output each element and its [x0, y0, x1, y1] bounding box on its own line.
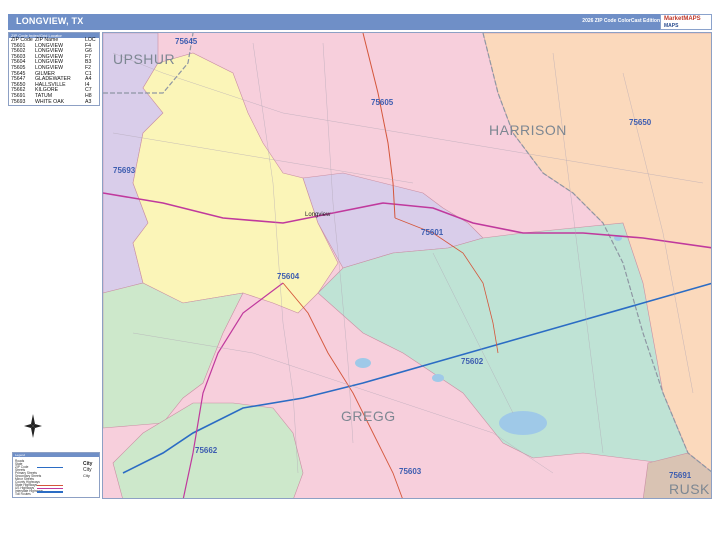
legend-swatch-interstate: [37, 491, 63, 493]
county-label-harrison: HARRISON: [489, 122, 567, 138]
legend-city-sample: City: [83, 473, 90, 478]
title-bar: LONGVIEW, TX 2026 ZIP Code ColorCast Edi…: [8, 14, 712, 30]
grid-loc: A3: [85, 98, 92, 105]
zip-label-75650: 75650: [629, 118, 652, 127]
zip-label-75691: 75691: [669, 471, 692, 480]
zip-label-75662: 75662: [195, 446, 218, 455]
pond: [355, 358, 371, 368]
table-row: 75693 WHITE OAK A3: [9, 98, 99, 106]
county-label-upshur: UPSHUR: [113, 51, 175, 67]
zip-label-75605: 75605: [371, 98, 394, 107]
edition-label: 2026 ZIP Code ColorCast Edition: [582, 18, 660, 24]
zip-label-75693: 75693: [113, 166, 136, 175]
legend-heading: Legend: [13, 453, 99, 457]
legend-swatch-zip: [37, 467, 63, 468]
legend-swatch-state-hwy: [37, 485, 63, 486]
zip-name: WHITE OAK: [35, 98, 65, 105]
map-title: LONGVIEW, TX: [16, 16, 84, 26]
zip-label-75603: 75603: [399, 467, 422, 476]
map-panel[interactable]: 75645 75605 75650 75693 75601 75604 7560…: [102, 32, 712, 499]
zip-code-map[interactable]: 75645 75605 75650 75693 75601 75604 7560…: [103, 33, 712, 499]
legend-row: Toll Routes: [15, 492, 31, 496]
logo-line-1: MarketMAPS: [664, 16, 701, 22]
publisher-logo: MarketMAPS MAPS: [660, 14, 712, 30]
compass-rose-icon: [24, 414, 42, 438]
legend-swatch-us-hwy: [37, 488, 63, 489]
map-legend: Legend Roads State ZIP Code Streets Prim…: [12, 452, 100, 498]
zip-label-75604: 75604: [277, 272, 300, 281]
county-label-gregg: GREGG: [341, 408, 396, 424]
zip-index-table: ZIP Code Index/Grid Locator ZIP Code ZIP…: [8, 32, 100, 106]
zip-code: 75693: [11, 98, 26, 105]
pond: [432, 374, 444, 382]
city-label-longview: Longview: [305, 212, 331, 218]
zip-label-75602: 75602: [461, 357, 484, 366]
county-label-rusk: RUSK: [669, 481, 710, 497]
lake: [499, 411, 547, 435]
logo-line-2: MAPS: [664, 23, 679, 29]
zip-label-75645: 75645: [175, 37, 198, 46]
zip-label-75601: 75601: [421, 228, 444, 237]
